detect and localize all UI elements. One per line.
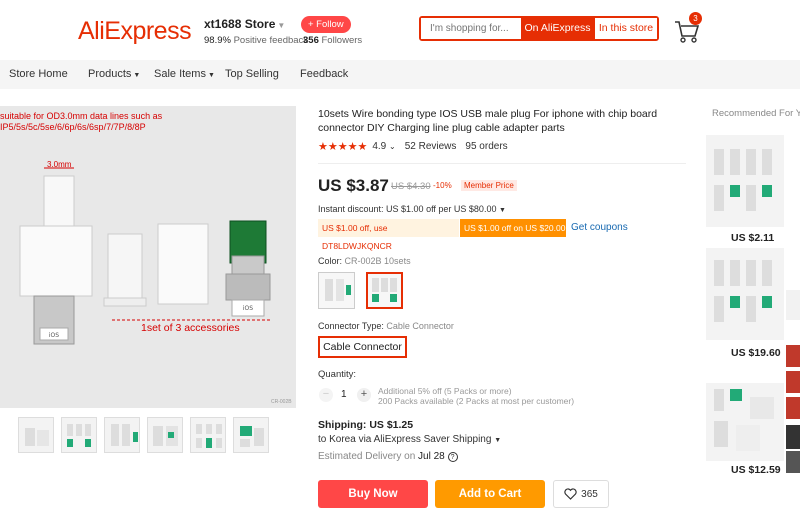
quantity-increase-button[interactable]: +: [357, 388, 371, 402]
side-tab[interactable]: [786, 451, 800, 473]
nav-feedback[interactable]: Feedback: [300, 68, 348, 80]
buy-now-button[interactable]: Buy Now: [318, 480, 428, 508]
chevron-down-icon: ⌄: [389, 142, 396, 151]
side-tab[interactable]: [786, 397, 800, 419]
search-aliexpress-button[interactable]: On AliExpress: [521, 18, 594, 39]
quantity-value[interactable]: 1: [341, 389, 347, 400]
cart-count-badge: 3: [689, 12, 702, 25]
nav-top-selling[interactable]: Top Selling: [225, 68, 279, 80]
thumbnail-6[interactable]: [233, 417, 269, 453]
recommended-item-2-price[interactable]: US $19.60: [731, 347, 781, 359]
help-icon[interactable]: ?: [447, 452, 458, 462]
follow-button[interactable]: + Follow: [301, 16, 351, 33]
thumbnail-3[interactable]: [104, 417, 140, 453]
recommended-item-1-image[interactable]: [706, 135, 784, 227]
chevron-down-icon: ▼: [133, 72, 141, 79]
instant-discount[interactable]: Instant discount: US $1.00 off per US $8…: [318, 204, 506, 214]
product-main-image[interactable]: suitable for OD3.0mm data lines such as …: [0, 106, 296, 408]
member-price-badge: Member Price: [461, 180, 517, 191]
color-label: Color: CR-002B 10sets: [318, 256, 411, 266]
svg-text:iOS: iOS: [243, 305, 253, 312]
store-nav: Store Home Products ▼ Sale Items ▼ Top Sel…: [0, 60, 800, 89]
recommended-item-3-price[interactable]: US $12.59: [731, 464, 781, 476]
estimated-delivery: Estimated Delivery on Jul 28 ?: [318, 451, 458, 462]
rating-row: ★★★★★ 4.9 ⌄ 52 Reviews 95 orders: [318, 140, 508, 153]
search-input[interactable]: [421, 18, 521, 39]
quantity-availability: 200 Packs available (2 Packs at most per…: [378, 396, 575, 406]
coupon-offer-tag[interactable]: US $1.00 off on US $20.00: [460, 219, 566, 237]
connector-type-label: Connector Type: Cable Connector: [318, 321, 454, 331]
image-accessories-label: 1set of 3 accessories: [141, 322, 240, 334]
side-tab[interactable]: [786, 425, 800, 449]
store-followers: 356 Followers: [303, 35, 363, 46]
recommended-item-3-image[interactable]: [706, 369, 784, 461]
recommended-item-1-price[interactable]: US $2.11: [731, 232, 774, 244]
thumbnail-4[interactable]: [147, 417, 183, 453]
original-price: US $4.30: [391, 181, 431, 192]
thumbnail-1[interactable]: [18, 417, 54, 453]
quantity-decrease-button[interactable]: −: [319, 388, 333, 402]
add-to-cart-button[interactable]: Add to Cart: [435, 480, 545, 508]
divider: [318, 163, 686, 164]
shipping-cost: Shipping: US $1.25: [318, 419, 414, 431]
connector-parts-illustration: iOS iOS: [19, 167, 272, 345]
recommended-item-2-image[interactable]: [706, 248, 784, 340]
store-header: AliExpress xt1688 Store ▼ 98.9% Positive …: [0, 0, 800, 60]
reviews-link[interactable]: 52 Reviews: [405, 141, 457, 152]
get-coupons-link[interactable]: Get coupons: [571, 222, 628, 233]
color-option-1[interactable]: [318, 272, 355, 309]
product-title: 10sets Wire bonding type IOS USB male pl…: [318, 108, 658, 134]
heart-icon: [564, 488, 577, 500]
orders-count: 95 orders: [465, 141, 508, 152]
chevron-down-icon: ▼: [498, 207, 506, 214]
side-tab[interactable]: [786, 371, 800, 393]
chevron-down-icon: ▼: [277, 21, 286, 30]
thumbnail-5[interactable]: [190, 417, 226, 453]
aliexpress-logo[interactable]: AliExpress: [78, 17, 192, 46]
wishlist-button[interactable]: 365: [553, 480, 609, 508]
quantity-label: Quantity:: [318, 369, 357, 380]
thumbnail-strip: [18, 417, 269, 453]
nav-store-home[interactable]: Store Home: [9, 68, 68, 80]
nav-sale-items[interactable]: Sale Items ▼: [154, 68, 215, 80]
store-feedback: 98.9% Positive feedback: [204, 35, 309, 46]
current-price: US $3.87: [318, 176, 389, 195]
thumbnail-2[interactable]: [61, 417, 97, 453]
shipping-method[interactable]: to Korea via AliExpress Saver Shipping ▼: [318, 434, 501, 445]
side-tab[interactable]: [786, 290, 800, 320]
nav-products[interactable]: Products ▼: [88, 68, 140, 80]
recommended-title: Recommended For You: [712, 108, 800, 119]
discount-badge: -10%: [433, 181, 452, 190]
image-code-label: CR-002B: [271, 399, 292, 405]
chevron-down-icon: ▼: [207, 72, 215, 79]
connector-option-cable[interactable]: Cable Connector: [318, 336, 407, 358]
coupon-code-tag[interactable]: US $1.00 off, use DT8LDWJKQNCR: [318, 219, 459, 251]
star-rating-icon: ★★★★★: [318, 141, 368, 153]
color-option-2-selected[interactable]: [366, 272, 403, 309]
svg-text:iOS: iOS: [49, 332, 59, 339]
rating-value[interactable]: 4.9 ⌄: [372, 141, 395, 152]
wishlist-count: 365: [581, 488, 598, 500]
side-tab[interactable]: [786, 345, 800, 367]
search-store-button[interactable]: In this store: [594, 18, 657, 39]
chevron-down-icon: ▼: [494, 437, 502, 444]
store-name-link[interactable]: xt1688 Store ▼: [204, 17, 285, 31]
quantity-bulk-discount: Additional 5% off (5 Packs or more): [378, 386, 512, 396]
search-bar: On AliExpress In this store: [419, 16, 659, 41]
